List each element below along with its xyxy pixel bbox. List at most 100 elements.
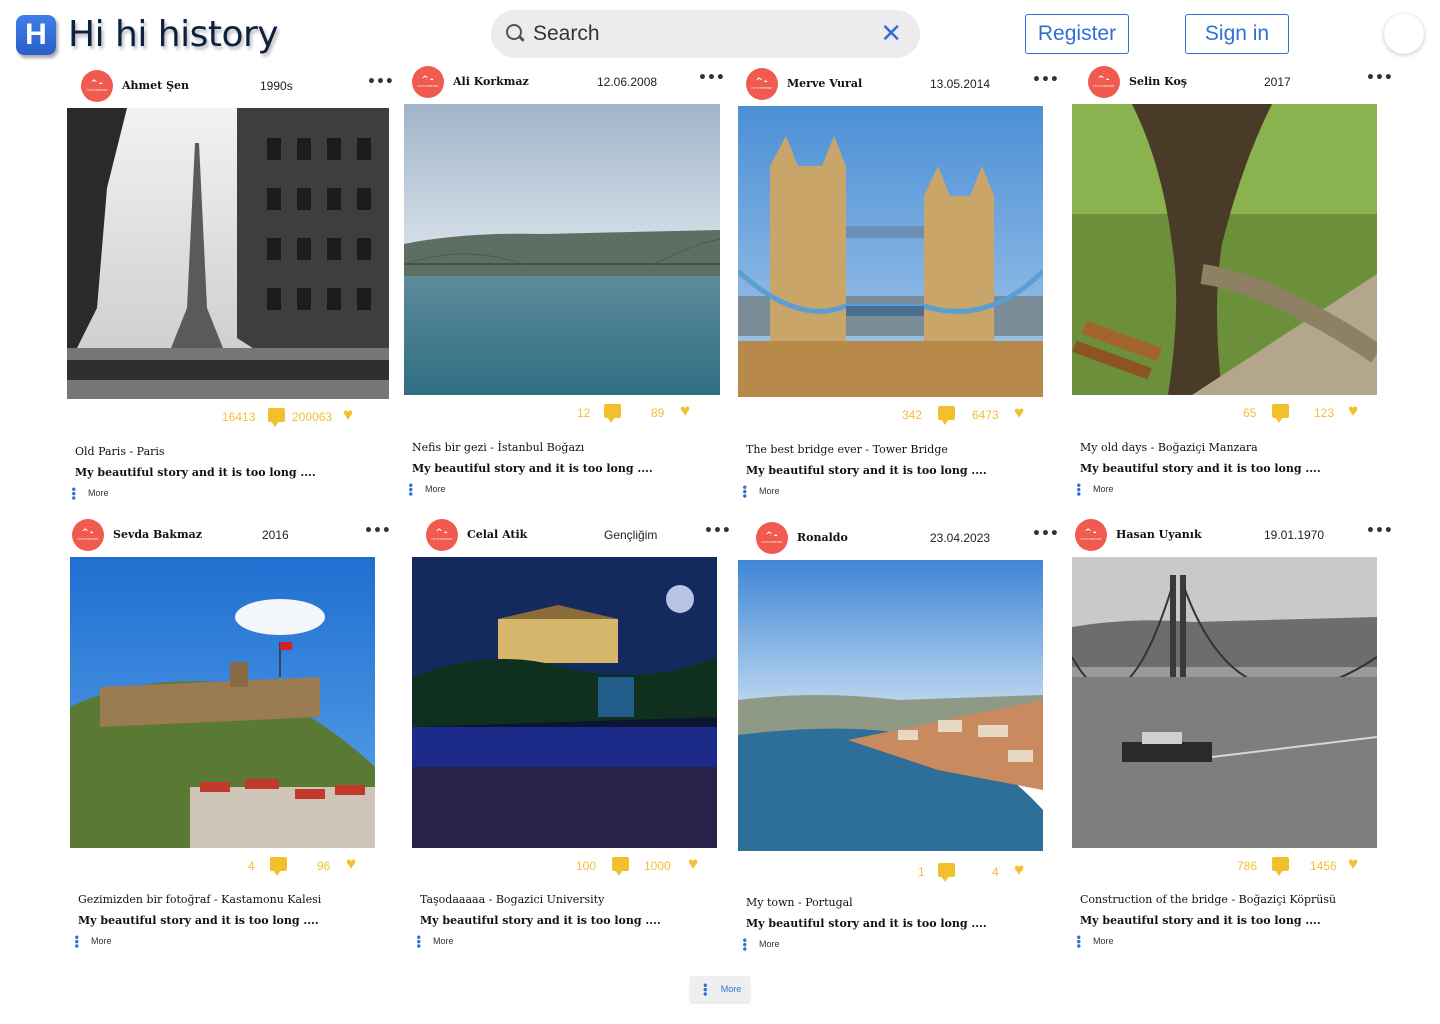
comment-icon[interactable] [270, 857, 287, 876]
comment-icon[interactable] [268, 408, 285, 427]
post-date: Gençliğim [604, 528, 658, 542]
like-count: 96 [317, 859, 331, 873]
post-header: ^- HI HI HISTORY Ronaldo 23.04.2023 ••• [756, 522, 1060, 556]
post-story: My beautiful story and it is too long ..… [1080, 914, 1321, 927]
post-more-link[interactable]: ••• More [70, 934, 112, 947]
search-input[interactable] [533, 22, 881, 46]
logo-badge-icon: H [16, 14, 56, 55]
profile-avatar[interactable] [1384, 14, 1424, 54]
comment-icon[interactable] [1272, 857, 1289, 876]
like-count: 123 [1314, 406, 1335, 420]
heart-icon[interactable]: ♥ [346, 855, 356, 872]
author-name[interactable]: Hasan Uyanık [1116, 528, 1202, 541]
heart-icon[interactable]: ♥ [1348, 402, 1358, 419]
post-date: 19.01.1970 [1264, 528, 1325, 542]
author-name[interactable]: Selin Koş [1129, 75, 1187, 88]
post-header: ^- HI HI HISTORY Hasan Uyanık 19.01.1970 … [1075, 519, 1394, 553]
author-name[interactable]: Ahmet Şen [122, 79, 189, 92]
post-story: My beautiful story and it is too long ..… [75, 466, 316, 479]
author-name[interactable]: Sevda Bakmaz [113, 528, 202, 541]
author-avatar[interactable]: ^- HI HI HISTORY [412, 66, 444, 98]
search-icon [505, 23, 527, 45]
more-icon: ••• [70, 934, 81, 948]
post-more-link[interactable]: ••• More [404, 482, 446, 495]
like-count: 89 [651, 406, 665, 420]
author-name[interactable]: Celal Atik [467, 528, 527, 541]
clear-search-icon[interactable]: ✕ [880, 21, 902, 47]
comment-count: 1 [918, 865, 925, 879]
more-icon: ••• [1072, 934, 1083, 948]
post-title[interactable]: My town - Portugal [746, 896, 853, 909]
post-card: ^- HI HI HISTORY Selin Koş 2017 ••• 65 12… [1072, 66, 1394, 495]
post-menu-icon[interactable]: ••• [698, 70, 725, 86]
post-more-link[interactable]: ••• More [738, 937, 780, 950]
author-name[interactable]: Ali Korkmaz [453, 75, 529, 88]
author-avatar[interactable]: ^- HI HI HISTORY [756, 522, 788, 554]
post-title[interactable]: Old Paris - Paris [75, 445, 165, 458]
post-title[interactable]: Nefis bir gezi - İstanbul Boğazı [412, 441, 584, 454]
author-avatar[interactable]: ^- HI HI HISTORY [81, 70, 113, 102]
app-logo[interactable]: H Hi hi history [16, 14, 279, 55]
post-more-link[interactable]: ••• More [738, 484, 780, 497]
heart-icon[interactable]: ♥ [343, 406, 353, 423]
post-title[interactable]: Taşodaaaaa - Bogazici University [420, 893, 604, 906]
post-date: 12.06.2008 [597, 75, 658, 89]
post-photo[interactable] [1072, 104, 1377, 395]
post-photo[interactable] [1072, 557, 1377, 848]
post-menu-icon[interactable]: ••• [364, 523, 391, 539]
author-avatar[interactable]: ^- HI HI HISTORY [746, 68, 778, 100]
signin-button[interactable]: Sign in [1185, 14, 1289, 54]
comment-icon[interactable] [938, 406, 955, 425]
post-photo[interactable] [404, 104, 720, 395]
load-more-button[interactable]: ••• More [690, 976, 750, 1002]
post-story: My beautiful story and it is too long ..… [412, 462, 653, 475]
author-name[interactable]: Merve Vural [787, 77, 862, 90]
comment-count: 12 [577, 406, 591, 420]
post-date: 1990s [260, 79, 293, 93]
post-title[interactable]: My old days - Boğaziçi Manzara [1080, 441, 1258, 454]
comment-icon[interactable] [604, 404, 621, 423]
post-menu-icon[interactable]: ••• [704, 523, 731, 539]
post-menu-icon[interactable]: ••• [1032, 72, 1059, 88]
post-header: ^- HI HI HISTORY Ali Korkmaz 12.06.2008 •… [412, 66, 726, 100]
post-card: ^- HI HI HISTORY Celal Atik Gençliğim •••… [412, 519, 734, 947]
heart-icon[interactable]: ♥ [680, 402, 690, 419]
post-stats: 65 123 ♥ [1072, 402, 1394, 423]
post-title[interactable]: The best bridge ever - Tower Bridge [746, 443, 948, 456]
author-avatar[interactable]: ^- HI HI HISTORY [72, 519, 104, 551]
comment-icon[interactable] [612, 857, 629, 876]
post-menu-icon[interactable]: ••• [1366, 523, 1393, 539]
author-avatar[interactable]: ^- HI HI HISTORY [426, 519, 458, 551]
post-title[interactable]: Construction of the bridge - Boğaziçi Kö… [1080, 893, 1336, 906]
post-more-link[interactable]: ••• More [412, 934, 454, 947]
heart-icon[interactable]: ♥ [1014, 404, 1024, 421]
post-card: ^- HI HI HISTORY Sevda Bakmaz 2016 ••• 4 … [70, 519, 392, 947]
post-more-link[interactable]: ••• More [67, 486, 109, 499]
comment-icon[interactable] [1272, 404, 1289, 423]
post-photo[interactable] [738, 560, 1043, 851]
post-menu-icon[interactable]: ••• [367, 74, 394, 90]
post-menu-icon[interactable]: ••• [1366, 70, 1393, 86]
post-photo[interactable] [412, 557, 717, 848]
post-more-link[interactable]: ••• More [1072, 482, 1114, 495]
post-date: 2016 [262, 528, 289, 542]
post-stats: 1 4 ♥ [738, 861, 1060, 882]
post-photo[interactable] [67, 108, 389, 399]
heart-icon[interactable]: ♥ [688, 855, 698, 872]
post-menu-icon[interactable]: ••• [1032, 526, 1059, 542]
post-story: My beautiful story and it is too long ..… [78, 914, 319, 927]
comment-icon[interactable] [938, 863, 955, 882]
author-avatar[interactable]: ^- HI HI HISTORY [1075, 519, 1107, 551]
post-title[interactable]: Gezimizden bir fotoğraf - Kastamonu Kale… [78, 893, 321, 906]
heart-icon[interactable]: ♥ [1348, 855, 1358, 872]
post-stats: 100 1000 ♥ [412, 855, 734, 876]
heart-icon[interactable]: ♥ [1014, 861, 1024, 878]
post-stats: 12 89 ♥ [404, 402, 726, 423]
author-avatar[interactable]: ^- HI HI HISTORY [1088, 66, 1120, 98]
post-photo[interactable] [70, 557, 375, 848]
post-header: ^- HI HI HISTORY Celal Atik Gençliğim ••• [426, 519, 734, 553]
post-more-link[interactable]: ••• More [1072, 934, 1114, 947]
author-name[interactable]: Ronaldo [797, 531, 848, 544]
post-photo[interactable] [738, 106, 1043, 397]
register-button[interactable]: Register [1025, 14, 1129, 54]
